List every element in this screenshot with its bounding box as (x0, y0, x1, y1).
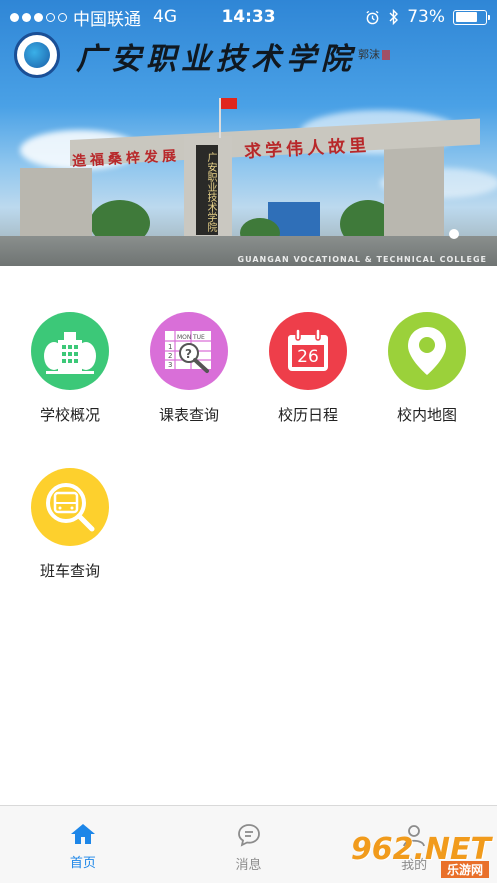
school-building-icon (31, 312, 109, 390)
banner-caption: GUANGAN VOCATIONAL & TECHNICAL COLLEGE (237, 255, 487, 264)
network-type: 4G (153, 7, 177, 27)
carousel-page-indicator[interactable] (449, 229, 459, 239)
tab-label: 首页 (69, 856, 96, 871)
feature-timetable-query[interactable]: MON TUE 1 2 3 ? 课表查询 (134, 312, 244, 425)
feature-shuttle-bus-query[interactable]: 班车查询 (15, 468, 125, 581)
svg-text:MON: MON (177, 334, 191, 341)
battery-percent: 73% (407, 7, 445, 27)
feature-label: 校内地图 (396, 406, 457, 424)
alarm-icon (366, 10, 379, 24)
calendar-day: 26 (297, 347, 319, 367)
feature-label: 班车查询 (39, 562, 100, 580)
calendar-icon: 26 (269, 312, 347, 390)
tab-label: 消息 (235, 858, 262, 873)
feature-campus-map[interactable]: 校内地图 (372, 312, 482, 425)
battery-icon (453, 9, 490, 25)
svg-text:TUE: TUE (192, 334, 205, 341)
tab-messages[interactable]: 消息 (166, 806, 332, 883)
timetable-search-icon: MON TUE 1 2 3 ? (150, 312, 228, 390)
signal-strength-icon (10, 12, 67, 22)
home-icon (70, 824, 95, 844)
college-logo (14, 32, 60, 78)
watermark-sub: 乐游网 (440, 861, 489, 878)
gate-text-right: 求学伟人故里 (243, 135, 371, 163)
college-name: 广安职业技术学院 (76, 42, 356, 77)
feature-school-calendar[interactable]: 26 校历日程 (253, 312, 363, 425)
status-time: 14:33 (221, 7, 276, 27)
bus-search-icon (31, 468, 109, 546)
svg-text:1: 1 (168, 343, 172, 351)
message-icon (237, 824, 260, 847)
tab-home[interactable]: 首页 (0, 806, 166, 883)
feature-label: 学校概况 (39, 406, 100, 424)
feature-label: 课表查询 (158, 406, 219, 424)
calligraphy-signature: 郭沫 (358, 48, 380, 61)
bluetooth-icon (389, 9, 399, 25)
gate-sign: 广安职业技术学院 (196, 145, 218, 235)
feature-school-overview[interactable]: 学校概况 (15, 312, 125, 425)
gate-text-left: 造福桑梓发展 (71, 148, 181, 170)
feature-label: 校历日程 (277, 406, 338, 424)
svg-text:3: 3 (168, 361, 172, 369)
svg-text:2: 2 (168, 352, 172, 360)
carrier-name: 中国联通 (73, 9, 141, 30)
calligraphy-seal (382, 50, 390, 60)
map-pin-icon (388, 312, 466, 390)
flag (221, 98, 237, 109)
svg-text:?: ? (185, 347, 192, 361)
status-bar: 中国联通 4G 14:33 73% (0, 0, 497, 34)
